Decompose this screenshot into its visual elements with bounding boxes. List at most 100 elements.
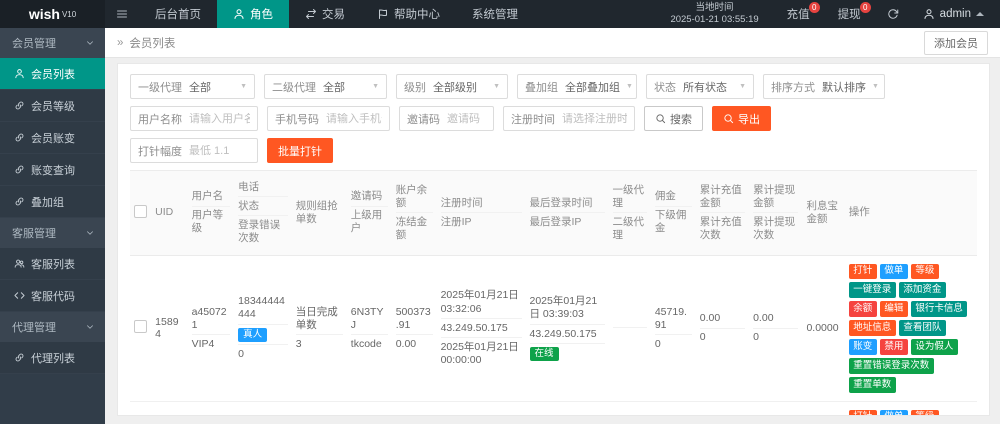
column-header-line: 累计提现金额 — [753, 181, 798, 213]
table-cell: 0.0000 — [802, 255, 844, 401]
sidebar-item-会员列表[interactable]: 会员列表 — [0, 58, 105, 90]
table-cell: 0.000 — [696, 255, 749, 401]
refresh-button[interactable] — [875, 8, 911, 20]
link-icon — [14, 164, 25, 175]
sidebar-group-会员管理[interactable]: 会员管理 — [0, 28, 105, 58]
chevron-down-icon: ▼ — [372, 83, 379, 90]
action-button-余额[interactable]: 余额 — [849, 301, 877, 317]
table-cell — [609, 401, 651, 416]
exchange-icon — [305, 8, 317, 20]
action-button-打针[interactable]: 打针 — [849, 410, 877, 416]
action-button-一键登录[interactable]: 一键登录 — [849, 282, 896, 298]
action-button-查看团队[interactable]: 查看团队 — [899, 320, 946, 336]
action-button-账变[interactable]: 账变 — [849, 339, 877, 355]
filter-label: 用户名称 — [138, 111, 182, 127]
add-member-button[interactable]: 添加会员 — [924, 31, 988, 55]
sidebar-item-客服列表[interactable]: 客服列表 — [0, 248, 105, 280]
admin-name: admin — [940, 8, 971, 20]
sidebar-item-客服代码[interactable]: 客服代码 — [0, 280, 105, 312]
action-button-银行卡信息[interactable]: 银行卡信息 — [911, 301, 968, 317]
filter-value: 默认排序 — [822, 79, 866, 95]
action-button-做单[interactable]: 做单 — [880, 410, 908, 416]
sidebar-item-label: 会员列表 — [31, 66, 75, 82]
admin-menu[interactable]: admin — [911, 8, 1000, 20]
action-button-编辑[interactable]: 编辑 — [880, 301, 908, 317]
filter-select-排序方式[interactable]: 排序方式默认排序▼ — [763, 74, 885, 99]
select-all-checkbox[interactable] — [134, 205, 147, 218]
column-header-line: UID — [155, 204, 183, 222]
sidebar-item-label: 会员等级 — [31, 98, 75, 114]
filter-select-叠加组[interactable]: 叠加组全部叠加组▼ — [517, 74, 637, 99]
column-header-注册时间: 注册时间注册IP — [437, 171, 526, 256]
filter-label: 状态 — [654, 79, 676, 95]
chevron-up-icon — [976, 12, 984, 16]
column-header-佣金: 佣金下级佣金 — [651, 171, 696, 256]
filter-value: 全部 — [189, 79, 234, 95]
search-button[interactable]: 搜索 — [644, 106, 703, 131]
filter-input-邀请码[interactable] — [447, 113, 486, 125]
filter-input-注册时间[interactable] — [562, 113, 627, 125]
column-header-line: 状态 — [238, 197, 288, 216]
table-cell: a450721VIP4 — [188, 255, 235, 401]
column-header-line: 累计充值金额 — [700, 181, 745, 213]
filter-input-手机号码[interactable] — [326, 113, 382, 125]
filter-field-注册时间[interactable]: 注册时间 — [503, 106, 635, 131]
row-checkbox[interactable] — [134, 320, 147, 333]
sidebar-item-代理列表[interactable]: 代理列表 — [0, 342, 105, 374]
filter-select-一级代理[interactable]: 一级代理全部▼ — [130, 74, 255, 99]
action-button-做单[interactable]: 做单 — [880, 264, 908, 280]
filter-field-用户名称[interactable]: 用户名称 — [130, 106, 258, 131]
action-button-禁用[interactable]: 禁用 — [880, 339, 908, 355]
menu-toggle-button[interactable] — [105, 0, 139, 28]
action-button-添加资金[interactable]: 添加资金 — [899, 282, 946, 298]
action-button-打针[interactable]: 打针 — [849, 264, 877, 280]
sidebar-group-label: 客服管理 — [12, 225, 56, 241]
sidebar-group-代理管理[interactable]: 代理管理 — [0, 312, 105, 342]
filter-label: 排序方式 — [771, 79, 815, 95]
sidebar-item-会员等级[interactable]: 会员等级 — [0, 90, 105, 122]
filter-select-状态[interactable]: 状态所有状态▼ — [646, 74, 754, 99]
filter-select-二级代理[interactable]: 二级代理全部▼ — [264, 74, 387, 99]
column-header-line: 累计提现次数 — [753, 213, 798, 244]
action-button-设为假人[interactable]: 设为假人 — [911, 339, 958, 355]
nav-item-帮助中心[interactable]: 帮助中心 — [361, 0, 456, 28]
action-button-等级[interactable]: 等级 — [911, 264, 939, 280]
table-cell: 6N3TYJtkcode — [347, 255, 392, 401]
filter-value: 全部级别 — [433, 79, 487, 95]
withdraw-button[interactable]: 提现 0 — [824, 0, 875, 28]
column-header-UID: UID — [151, 171, 187, 256]
nav-item-后台首页[interactable]: 后台首页 — [139, 0, 217, 28]
sidebar-item-会员账变[interactable]: 会员账变 — [0, 122, 105, 154]
action-button-地址信息[interactable]: 地址信息 — [849, 320, 896, 336]
filter-select-级别[interactable]: 级别全部级别▼ — [396, 74, 508, 99]
needle-range-field[interactable]: 打针幅度 — [130, 138, 258, 163]
nav-item-交易[interactable]: 交易 — [289, 0, 361, 28]
search-icon — [655, 113, 666, 124]
nav-item-系统管理[interactable]: 系统管理 — [456, 0, 534, 28]
needle-range-label: 打针幅度 — [138, 143, 182, 159]
table-cell: 2025年01月05日 03:30:01- — [437, 401, 526, 416]
withdraw-badge: 0 — [860, 2, 871, 13]
filter-input-用户名称[interactable] — [189, 113, 250, 125]
logo-version: V10 — [62, 10, 76, 19]
export-button[interactable]: 导出 — [712, 106, 771, 131]
table-cell: 0.000 — [749, 401, 802, 416]
status-badge: 真人 — [238, 328, 267, 342]
filter-field-手机号码[interactable]: 手机号码 — [267, 106, 390, 131]
sidebar-item-账变查询[interactable]: 账变查询 — [0, 154, 105, 186]
action-button-重置单数[interactable]: 重置单数 — [849, 377, 896, 393]
filter-label: 注册时间 — [511, 111, 555, 127]
main-area: » 会员列表 添加会员 一级代理全部▼二级代理全部▼级别全部级别▼叠加组全部叠加… — [105, 28, 1000, 424]
nav-item-角色[interactable]: 角色 — [217, 0, 289, 28]
batch-needle-button[interactable]: 批量打针 — [267, 138, 333, 163]
filter-field-邀请码[interactable]: 邀请码 — [399, 106, 494, 131]
cell-line: 18344444444 — [238, 293, 288, 325]
topbar-right: 当地时间 2025-01-21 03:55:19 充值 0 提现 0 admin — [656, 0, 1000, 28]
action-button-等级[interactable]: 等级 — [911, 410, 939, 416]
sidebar-item-叠加组[interactable]: 叠加组 — [0, 186, 105, 218]
cell-line: 43.249.50.175 — [441, 319, 522, 338]
needle-range-input[interactable] — [189, 145, 250, 157]
sidebar-group-客服管理[interactable]: 客服管理 — [0, 218, 105, 248]
action-button-重置错误登录次数[interactable]: 重置错误登录次数 — [849, 358, 934, 374]
recharge-button[interactable]: 充值 0 — [773, 0, 824, 28]
